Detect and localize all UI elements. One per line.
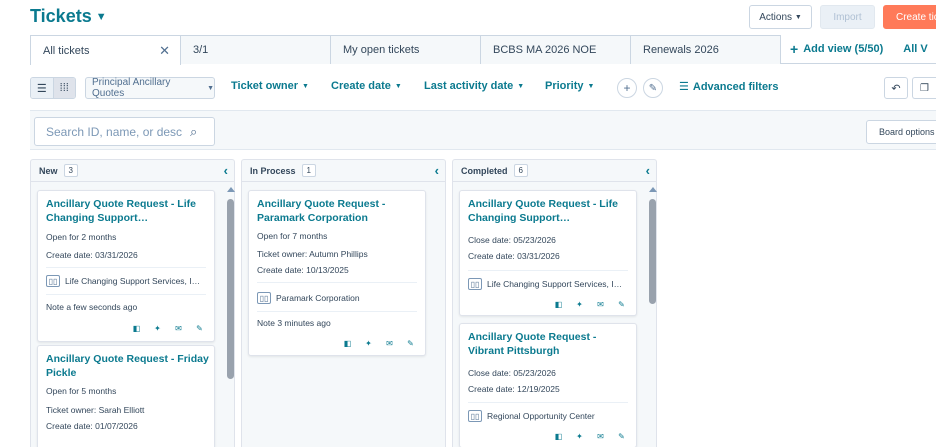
copy-button[interactable]: ❐ [912,77,936,99]
preview-icon[interactable]: ◧ [554,300,563,309]
card-actions: ◧ ✦ ✉ ✎ [132,324,204,333]
create-ticket-button[interactable]: Create tic [883,5,936,29]
plus-icon: + [790,41,799,57]
board-column-new: New 3 ‹ Ancillary Quote Request - Life C… [30,159,235,447]
building-icon: ▯▯ [257,292,271,304]
email-icon[interactable]: ✉ [596,300,605,309]
preview-icon[interactable]: ◧ [554,432,563,441]
undo-icon: ↶ [891,82,901,95]
card-title[interactable]: Ancillary Quote Request - Friday Pickle [46,352,211,380]
ticket-card[interactable]: Ancillary Quote Request - Life Changing … [459,190,637,316]
list-view-button[interactable]: ☰ [31,78,54,98]
ticket-card[interactable]: Ancillary Quote Request - Life Changing … [37,190,215,342]
caret-down-icon: ▼ [394,82,402,90]
create-date-filter[interactable]: Create date ▼ [331,80,402,92]
scroll-up-icon[interactable] [227,187,235,192]
add-filter-button[interactable]: + [617,78,637,98]
edit-filters-button[interactable]: ✎ [643,78,663,98]
card-title[interactable]: Ancillary Quote Request - Paramark Corpo… [257,197,422,225]
tab-3-1[interactable]: 3/1 [180,35,331,64]
tab-renewals-2026[interactable]: Renewals 2026 [630,35,781,64]
sparkle-icon[interactable]: ✦ [153,324,162,333]
view-toggle: ☰ ⁞⁞⁞ [30,77,76,99]
page-title[interactable]: Tickets ▼ [30,6,107,27]
card-title[interactable]: Ancillary Quote Request - Life Changing … [46,197,211,225]
email-icon[interactable]: ✉ [174,324,183,333]
filter-icon: ☰ [679,81,689,93]
building-icon: ▯▯ [468,410,482,422]
building-icon: ▯▯ [46,275,60,287]
ticket-card[interactable]: Ancillary Quote Request - Paramark Corpo… [248,190,426,356]
caret-down-icon: ▼ [95,10,107,23]
ticket-card[interactable]: Ancillary Quote Request - Friday Pickle … [37,345,215,447]
column-header: Completed 6 ‹ [453,160,656,182]
plus-icon: + [623,81,631,95]
edit-icon[interactable]: ✎ [406,339,415,348]
column-count-badge: 3 [63,164,78,177]
pipeline-select[interactable]: Principal Ancillary Quotes ▼ [85,77,215,99]
caret-down-icon: ▼ [517,82,525,90]
undo-button[interactable]: ↶ [884,77,908,99]
view-tabs: All tickets ✕ 3/1 My open tickets BCBS M… [30,35,936,65]
all-views-link[interactable]: All V [883,35,927,63]
preview-icon[interactable]: ◧ [132,324,141,333]
column-count-badge: 1 [301,164,316,177]
caret-down-icon: ▼ [794,13,802,21]
preview-icon[interactable]: ◧ [343,339,352,348]
card-actions: ◧ ✦ ✉ ✎ [554,300,626,309]
last-activity-date-filter[interactable]: Last activity date ▼ [424,80,524,92]
ticket-card[interactable]: Ancillary Quote Request - Vibrant Pittsb… [459,323,637,447]
close-icon[interactable]: ✕ [159,43,170,59]
list-view-icon: ☰ [36,82,47,95]
board-view-button[interactable]: ⁞⁞⁞ [53,78,75,98]
board-column-in-process: In Process 1 ‹ Ancillary Quote Request -… [241,159,446,447]
scrollbar-thumb[interactable] [227,199,234,379]
chevron-left-icon[interactable]: ‹ [646,163,650,178]
sparkle-icon[interactable]: ✦ [575,432,584,441]
search-icon[interactable]: ⌕ [190,124,197,140]
card-actions: ◧ ✦ ✉ ✎ [554,432,626,441]
associated-company[interactable]: ▯▯ Paramark Corporation [257,292,422,304]
ticket-owner-filter[interactable]: Ticket owner ▼ [231,80,309,92]
board-view-icon: ⁞⁞⁞ [59,82,69,94]
import-button[interactable]: Import [820,5,875,29]
board-options-button[interactable]: Board options [866,120,936,144]
edit-icon: ✎ [648,82,658,94]
card-title[interactable]: Ancillary Quote Request - Life Changing … [468,197,633,225]
actions-button[interactable]: Actions ▼ [749,5,812,29]
scrollbar-thumb[interactable] [649,199,656,304]
sparkle-icon[interactable]: ✦ [364,339,373,348]
caret-down-icon: ▼ [587,82,595,90]
tab-bcbs-ma-2026-noe[interactable]: BCBS MA 2026 NOE [480,35,631,64]
card-title[interactable]: Ancillary Quote Request - Vibrant Pittsb… [468,330,633,358]
board-column-completed: Completed 6 ‹ Ancillary Quote Request - … [452,159,657,447]
search-input[interactable] [46,124,186,139]
scroll-up-icon[interactable] [649,187,657,192]
edit-icon[interactable]: ✎ [195,324,204,333]
edit-icon[interactable]: ✎ [617,300,626,309]
card-actions: ◧ ✦ ✉ ✎ [343,339,415,348]
caret-down-icon: ▼ [302,82,309,90]
associated-company[interactable]: ▯▯ Regional Opportunity Center [468,410,633,422]
email-icon[interactable]: ✉ [596,432,605,441]
tab-all-tickets[interactable]: All tickets ✕ [30,35,181,65]
edit-icon[interactable]: ✎ [617,432,626,441]
associated-company[interactable]: ▯▯ Life Changing Support Services, I… [468,278,633,290]
priority-filter[interactable]: Priority ▼ [545,80,594,92]
column-header: New 3 ‹ [31,160,234,182]
chevron-left-icon[interactable]: ‹ [435,163,439,178]
caret-down-icon: ▼ [207,84,214,92]
tab-my-open-tickets[interactable]: My open tickets [330,35,481,64]
chevron-left-icon[interactable]: ‹ [224,163,228,178]
column-count-badge: 6 [513,164,528,177]
add-view-button[interactable]: + Add view (5/50) [780,35,883,63]
column-header: In Process 1 ‹ [242,160,445,182]
search-box: ⌕ [34,117,215,146]
email-icon[interactable]: ✉ [385,339,394,348]
advanced-filters-button[interactable]: ☰ Advanced filters [679,80,778,94]
copy-icon: ❐ [920,82,929,94]
associated-company[interactable]: ▯▯ Life Changing Support Services, I… [46,275,211,287]
building-icon: ▯▯ [468,278,482,290]
sparkle-icon[interactable]: ✦ [575,300,584,309]
